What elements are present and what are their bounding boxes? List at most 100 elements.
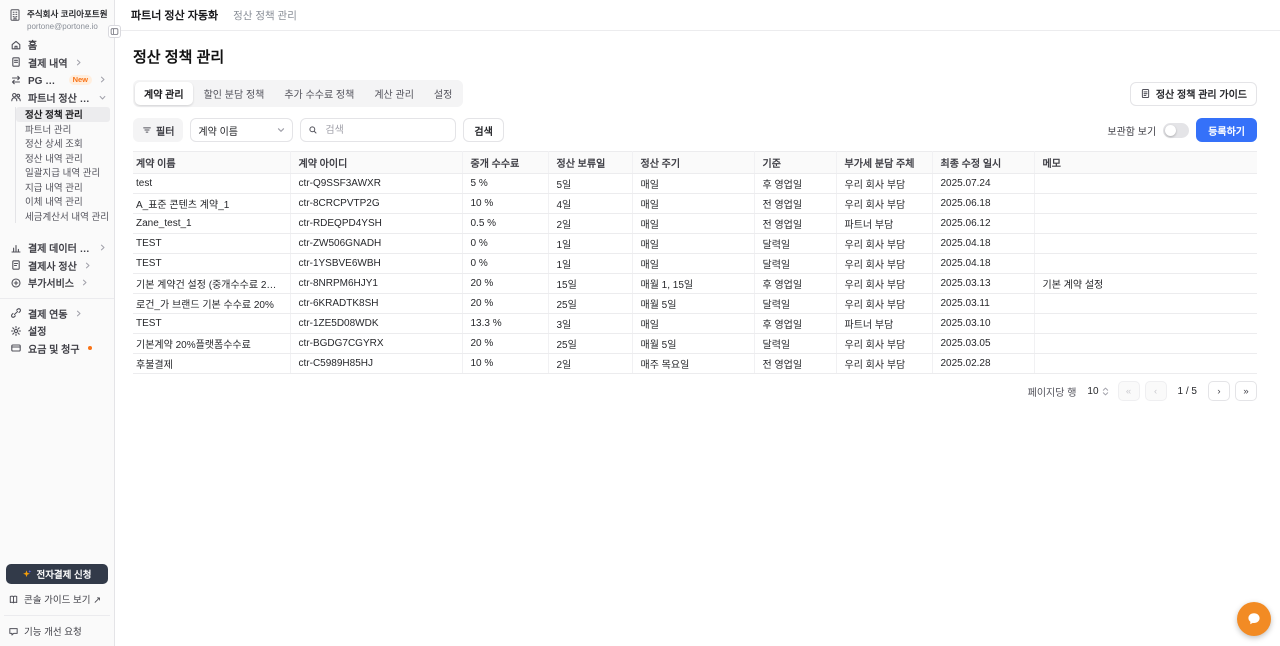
sidebar-item-label: 결제 연동 [28, 306, 68, 321]
column-header: 메모 [1034, 152, 1257, 174]
archive-toggle[interactable] [1163, 123, 1189, 138]
table-cell: 0 % [462, 254, 548, 274]
table-cell: 우리 회사 부담 [836, 234, 932, 254]
table-cell: 매월 1, 15일 [632, 274, 754, 294]
table-row[interactable]: TESTctr-1ZE5D08WDK13.3 %3일매일후 영업일파트너 부담2… [133, 314, 1257, 334]
page-indicator: 1 / 5 [1172, 386, 1203, 397]
sidebar-bottom: 전자결제 신청 콘솔 가이드 보기 ↗ 기능 개선 요청 [0, 564, 114, 638]
search-icon [308, 125, 318, 135]
home-icon [10, 39, 22, 51]
table-cell: 2025.06.12 [932, 214, 1034, 234]
table-row[interactable]: 기본 계약건 설정 (중개수수료 20%)ctr-8NRPM6HJY120 %1… [133, 274, 1257, 294]
table-cell [1034, 314, 1257, 334]
table-row[interactable]: Zane_test_1ctr-RDEQPD4YSH0.5 %2일매일전 영업일파… [133, 214, 1257, 234]
sidebar-item-payment-history[interactable]: 결제 내역 [4, 54, 110, 72]
console-guide-link[interactable]: 콘솔 가이드 보기 ↗ [6, 584, 108, 606]
sidebar-subitem-tax-invoice-history[interactable]: 세금계산서 내역 관리 [16, 209, 110, 224]
first-page-button[interactable]: « [1118, 381, 1140, 401]
sidebar-item-payment-analytics[interactable]: 결제 데이터 분석 [4, 239, 110, 257]
table-row[interactable]: 후불결제ctr-C5989H85HJ10 %2일매주 목요일전 영업일우리 회사… [133, 354, 1257, 374]
filter-icon [142, 125, 152, 135]
console-guide-label: 콘솔 가이드 보기 ↗ [24, 592, 101, 606]
sidebar-subitem-transfer-history[interactable]: 이체 내역 관리 [16, 194, 110, 209]
table-row[interactable]: 로건_가 브랜드 기본 수수료 20%ctr-6KRADTK8SH20 %25일… [133, 294, 1257, 314]
pagination: 페이지당 행 10 « ‹ 1 / 5 › » [133, 381, 1257, 401]
search-input[interactable] [323, 124, 448, 137]
table-cell: 20 % [462, 294, 548, 314]
table-cell: 매일 [632, 314, 754, 334]
last-page-button[interactable]: » [1235, 381, 1257, 401]
tab-contract-management[interactable]: 계약 관리 [135, 82, 193, 105]
register-button[interactable]: 등록하기 [1196, 118, 1257, 142]
next-page-button[interactable]: › [1208, 381, 1230, 401]
table-cell: 달력일 [754, 234, 836, 254]
filter-button[interactable]: 필터 [133, 118, 183, 142]
table-actions: 보관함 보기 등록하기 [1107, 118, 1257, 142]
workspace-email: portone@portone.io [27, 22, 108, 31]
table-cell: TEST [133, 254, 290, 274]
sidebar-item-home[interactable]: 홈 [4, 36, 110, 54]
workspace-selector[interactable]: 주식회사 코리아포트원 (Kore... portone@portone.io [0, 6, 114, 36]
sidebar-collapse-button[interactable] [108, 25, 121, 38]
sidebar-item-addon-services[interactable]: 부가서비스 [4, 274, 110, 292]
sidebar-item-partner-settlement[interactable]: 파트너 정산 자동화 [4, 89, 110, 107]
sidebar-subitem-settlement-policy[interactable]: 정산 정책 관리 [16, 107, 110, 122]
search-button[interactable]: 검색 [463, 118, 503, 142]
table-cell: 우리 회사 부담 [836, 334, 932, 354]
rows-per-page-select[interactable]: 10 [1083, 384, 1112, 399]
sidebar-nav-main: 홈결제 내역PG 거래대사New파트너 정산 자동화 [0, 36, 114, 106]
table-row[interactable]: 기본계약 20%플랫폼수수료ctr-BGDG7CGYRX20 %25일매월 5일… [133, 334, 1257, 354]
sidebar-item-label: 요금 및 청구 [28, 341, 80, 356]
sidebar-subitem-bulk-payout-history[interactable]: 일괄지급 내역 관리 [16, 165, 110, 180]
sidebar-item-payment-integration[interactable]: 결제 연동 [4, 305, 110, 323]
addon-icon [10, 277, 22, 289]
content: 정산 정책 관리 계약 관리할인 분담 정책추가 수수료 정책계산 관리설정 정… [115, 31, 1280, 401]
sidebar-item-pg-reconciliation[interactable]: PG 거래대사New [4, 71, 110, 89]
sidebar-item-settings[interactable]: 설정 [4, 322, 110, 340]
tab-calculation-management[interactable]: 계산 관리 [365, 82, 423, 105]
column-header: 정산 보류일 [548, 152, 632, 174]
tab-settings[interactable]: 설정 [425, 82, 461, 105]
filter-row: 필터 계약 이름 검색 [133, 118, 1257, 142]
sidebar-item-label: 결제사 정산 [28, 258, 77, 273]
tab-additional-fee-policy[interactable]: 추가 수수료 정책 [275, 82, 363, 105]
table-cell: 13.3 % [462, 314, 548, 334]
sidebar-item-psp-settlement[interactable]: 결제사 정산 [4, 257, 110, 275]
table-cell: 2025.03.10 [932, 314, 1034, 334]
table-cell: 0 % [462, 234, 548, 254]
search-column-select[interactable]: 계약 이름 [190, 118, 293, 142]
sidebar-subitem-settlement-detail[interactable]: 정산 상세 조회 [16, 136, 110, 151]
table-row[interactable]: testctr-Q9SSF3AWXR5 %5일매일후 영업일우리 회사 부담20… [133, 174, 1257, 194]
chat-launcher-button[interactable] [1237, 602, 1271, 636]
table-cell: 5일 [548, 174, 632, 194]
table-cell: 매일 [632, 234, 754, 254]
sidebar-subitem-partner-management[interactable]: 파트너 관리 [16, 122, 110, 137]
sidebar-subitem-payout-history[interactable]: 지급 내역 관리 [16, 180, 110, 195]
tab-discount-share-policy[interactable]: 할인 분담 정책 [195, 82, 274, 105]
epayment-apply-button[interactable]: 전자결제 신청 [6, 564, 108, 584]
sidebar-divider [0, 298, 114, 299]
breadcrumb-page: 정산 정책 관리 [233, 8, 297, 23]
prev-page-button[interactable]: ‹ [1145, 381, 1167, 401]
main-area: 파트너 정산 자동화 정산 정책 관리 정산 정책 관리 계약 관리할인 분담 … [115, 0, 1280, 646]
table-cell: 1일 [548, 234, 632, 254]
table-row[interactable]: TESTctr-ZW506GNADH0 %1일매일달력일우리 회사 부담2025… [133, 234, 1257, 254]
sidebar-nav-settings: 결제 연동설정요금 및 청구 [0, 305, 114, 358]
sidebar-item-billing[interactable]: 요금 및 청구 [4, 340, 110, 358]
table-cell [1034, 214, 1257, 234]
document-icon [1140, 88, 1151, 99]
table-row[interactable]: A_표준 콘텐츠 계약_1ctr-8CRCPVTP2G10 %4일매일전 영업일… [133, 194, 1257, 214]
feature-request-link[interactable]: 기능 개선 요청 [6, 616, 108, 638]
table-cell: 우리 회사 부담 [836, 274, 932, 294]
policy-guide-button[interactable]: 정산 정책 관리 가이드 [1130, 82, 1257, 106]
table-row[interactable]: TESTctr-1YSBVE6WBH0 %1일매일달력일우리 회사 부담2025… [133, 254, 1257, 274]
building-icon [8, 8, 22, 22]
search-column-value: 계약 이름 [198, 123, 238, 138]
table-cell: 우리 회사 부담 [836, 294, 932, 314]
sidebar: 주식회사 코리아포트원 (Kore... portone@portone.io … [0, 0, 115, 646]
sidebar-subnav-partner-settlement: 정산 정책 관리파트너 관리정산 상세 조회정산 내역 관리일괄지급 내역 관리… [15, 107, 114, 223]
sidebar-subitem-settlement-history[interactable]: 정산 내역 관리 [16, 151, 110, 166]
table-cell: 후 영업일 [754, 274, 836, 294]
table-cell: 파트너 부담 [836, 214, 932, 234]
column-header: 정산 주기 [632, 152, 754, 174]
